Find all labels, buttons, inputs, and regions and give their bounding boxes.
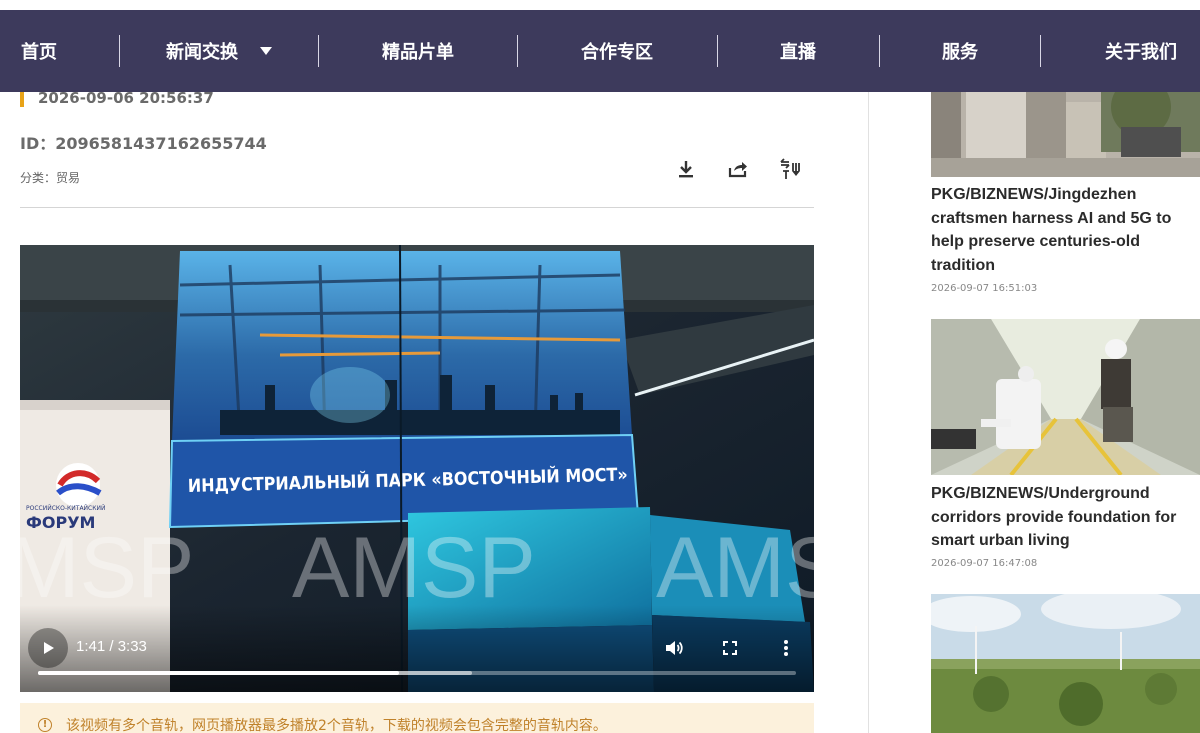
sidebar-news-title[interactable]: PKG/BIZNEWS/Underground corridors provid… xyxy=(931,482,1195,553)
thumbnail-image xyxy=(931,92,1200,177)
nav-item-about[interactable]: 关于我们 xyxy=(1041,10,1200,92)
notice-text: 该视频有多个音轨，网页播放器最多播放2个音轨，下载的视频会包含完整的音轨内容。 xyxy=(66,718,607,733)
time-display: 1:41 / 3:33 xyxy=(76,638,147,655)
watermark-1: MSP xyxy=(20,520,194,616)
watermark-2: AMSP xyxy=(292,520,536,616)
play-icon xyxy=(44,642,54,654)
sidebar-news-title[interactable]: PKG/BIZNEWS/Jingdezhen craftsmen harness… xyxy=(931,183,1195,277)
nav-item-live[interactable]: 直播 xyxy=(718,10,878,92)
thumbnail-image xyxy=(931,319,1200,475)
meta-divider xyxy=(20,207,814,208)
audio-track-notice: ! 该视频有多个音轨，网页播放器最多播放2个音轨，下载的视频会包含完整的音轨内容… xyxy=(20,703,814,733)
nav-item-label: 合作专区 xyxy=(581,42,653,63)
translate-audio-icon[interactable] xyxy=(778,156,802,182)
watermark-3: AMS xyxy=(656,520,814,616)
sidebar-thumbnail[interactable] xyxy=(931,92,1200,177)
more-vertical-icon xyxy=(784,640,788,656)
top-navigation: 首页 新闻交换 精品片单 合作专区 直播 服务 关于我们 xyxy=(0,10,1200,92)
sidebar-thumbnail[interactable] xyxy=(931,319,1200,475)
video-controls: 1:41 / 3:33 xyxy=(20,612,814,692)
sign-small-text: РОССИЙСКО-КИТАЙСКИЙ xyxy=(26,505,105,512)
fullscreen-button[interactable] xyxy=(716,634,744,662)
fullscreen-icon xyxy=(723,641,737,655)
thumbnail-image xyxy=(931,594,1200,733)
more-options-button[interactable] xyxy=(772,634,800,662)
nav-item-label: 新闻交换 xyxy=(166,42,238,63)
sidebar-news-time: 2026-09-07 16:51:03 xyxy=(931,283,1038,294)
share-icon[interactable] xyxy=(726,156,750,182)
progress-bar[interactable] xyxy=(38,671,796,675)
chevron-down-icon[interactable] xyxy=(260,47,272,55)
volume-button[interactable] xyxy=(660,634,688,662)
nav-item-label: 直播 xyxy=(780,42,816,63)
nav-item-label: 关于我们 xyxy=(1105,42,1177,63)
nav-item-home[interactable]: 首页 xyxy=(0,10,78,92)
nav-item-news-exchange[interactable]: 新闻交换 xyxy=(120,10,318,92)
progress-played xyxy=(38,671,399,675)
nav-item-cooperation[interactable]: 合作专区 xyxy=(518,10,716,92)
article-toolbar xyxy=(674,156,802,182)
sidebar-news-time: 2026-09-07 16:47:08 xyxy=(931,558,1038,569)
nav-item-label: 首页 xyxy=(21,42,57,63)
nav-item-label: 精品片单 xyxy=(382,42,454,63)
nav-item-featured-playlist[interactable]: 精品片单 xyxy=(319,10,517,92)
nav-item-label: 服务 xyxy=(942,42,978,63)
page: 首页 新闻交换 精品片单 合作专区 直播 服务 关于我们 2026-09-06 … xyxy=(0,0,1200,733)
info-icon: ! xyxy=(38,718,52,732)
volume-icon xyxy=(666,641,683,655)
nav-item-services[interactable]: 服务 xyxy=(880,10,1040,92)
play-button[interactable] xyxy=(28,628,68,668)
article-id: ID：2096581437162655744 xyxy=(20,134,267,153)
video-player[interactable]: РОССИЙСКО-КИТАЙСКИЙ ФОРУМ ИНДУСТРИАЛЬНЫЙ… xyxy=(20,245,814,692)
download-icon[interactable] xyxy=(674,156,698,182)
column-divider xyxy=(868,92,869,733)
article-category: 分类：贸易 xyxy=(20,171,81,185)
sidebar-thumbnail[interactable] xyxy=(931,594,1200,733)
